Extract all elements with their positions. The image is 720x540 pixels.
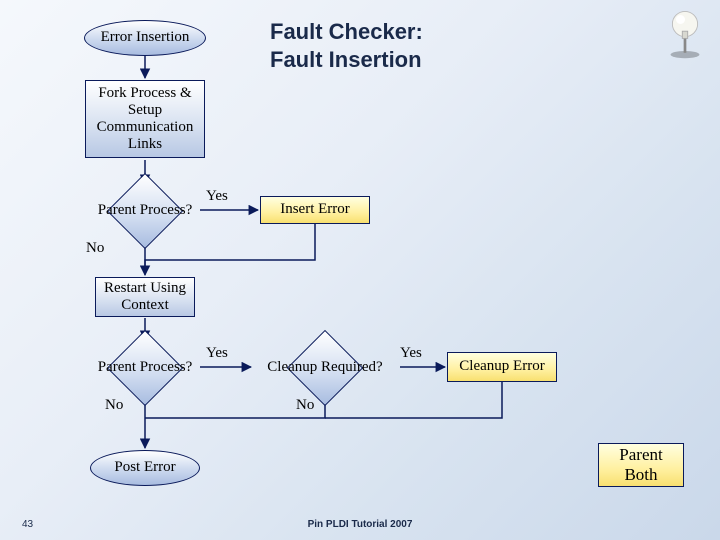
edge-yes-2: Yes [206, 345, 228, 362]
node-insert-error: Insert Error [260, 196, 370, 224]
node-error-insertion: Error Insertion [84, 20, 206, 56]
title-line1: Fault Checker: [270, 19, 423, 44]
node-cleanup-error: Cleanup Error [447, 352, 557, 382]
label-post-error: Post Error [114, 459, 175, 476]
label-parent-both: Parent Both [619, 445, 662, 484]
edge-no-3: No [296, 397, 314, 414]
slide-title: Fault Checker: Fault Insertion [270, 18, 423, 73]
node-post-error: Post Error [90, 450, 200, 486]
edge-no-2: No [105, 397, 123, 414]
edge-yes-3: Yes [400, 345, 422, 362]
node-restart: Restart Using Context [95, 277, 195, 317]
label-error-insertion: Error Insertion [101, 29, 190, 46]
pushpin-icon [658, 6, 712, 60]
label-cleanup-error: Cleanup Error [459, 358, 544, 375]
edge-yes-1: Yes [206, 188, 228, 205]
decision-parent-1 [107, 173, 183, 249]
node-fork-setup: Fork Process & Setup Communication Links [85, 80, 205, 158]
label-insert-error: Insert Error [280, 201, 350, 218]
label-restart: Restart Using Context [104, 280, 186, 315]
legend-parent-both: Parent Both [598, 443, 684, 487]
decision-cleanup [287, 330, 363, 406]
label-fork-setup: Fork Process & Setup Communication Links [97, 85, 194, 154]
decision-parent-2 [107, 330, 183, 406]
edge-no-1: No [86, 240, 104, 257]
footer-text: Pin PLDI Tutorial 2007 [0, 519, 720, 530]
title-line2: Fault Insertion [270, 47, 422, 72]
